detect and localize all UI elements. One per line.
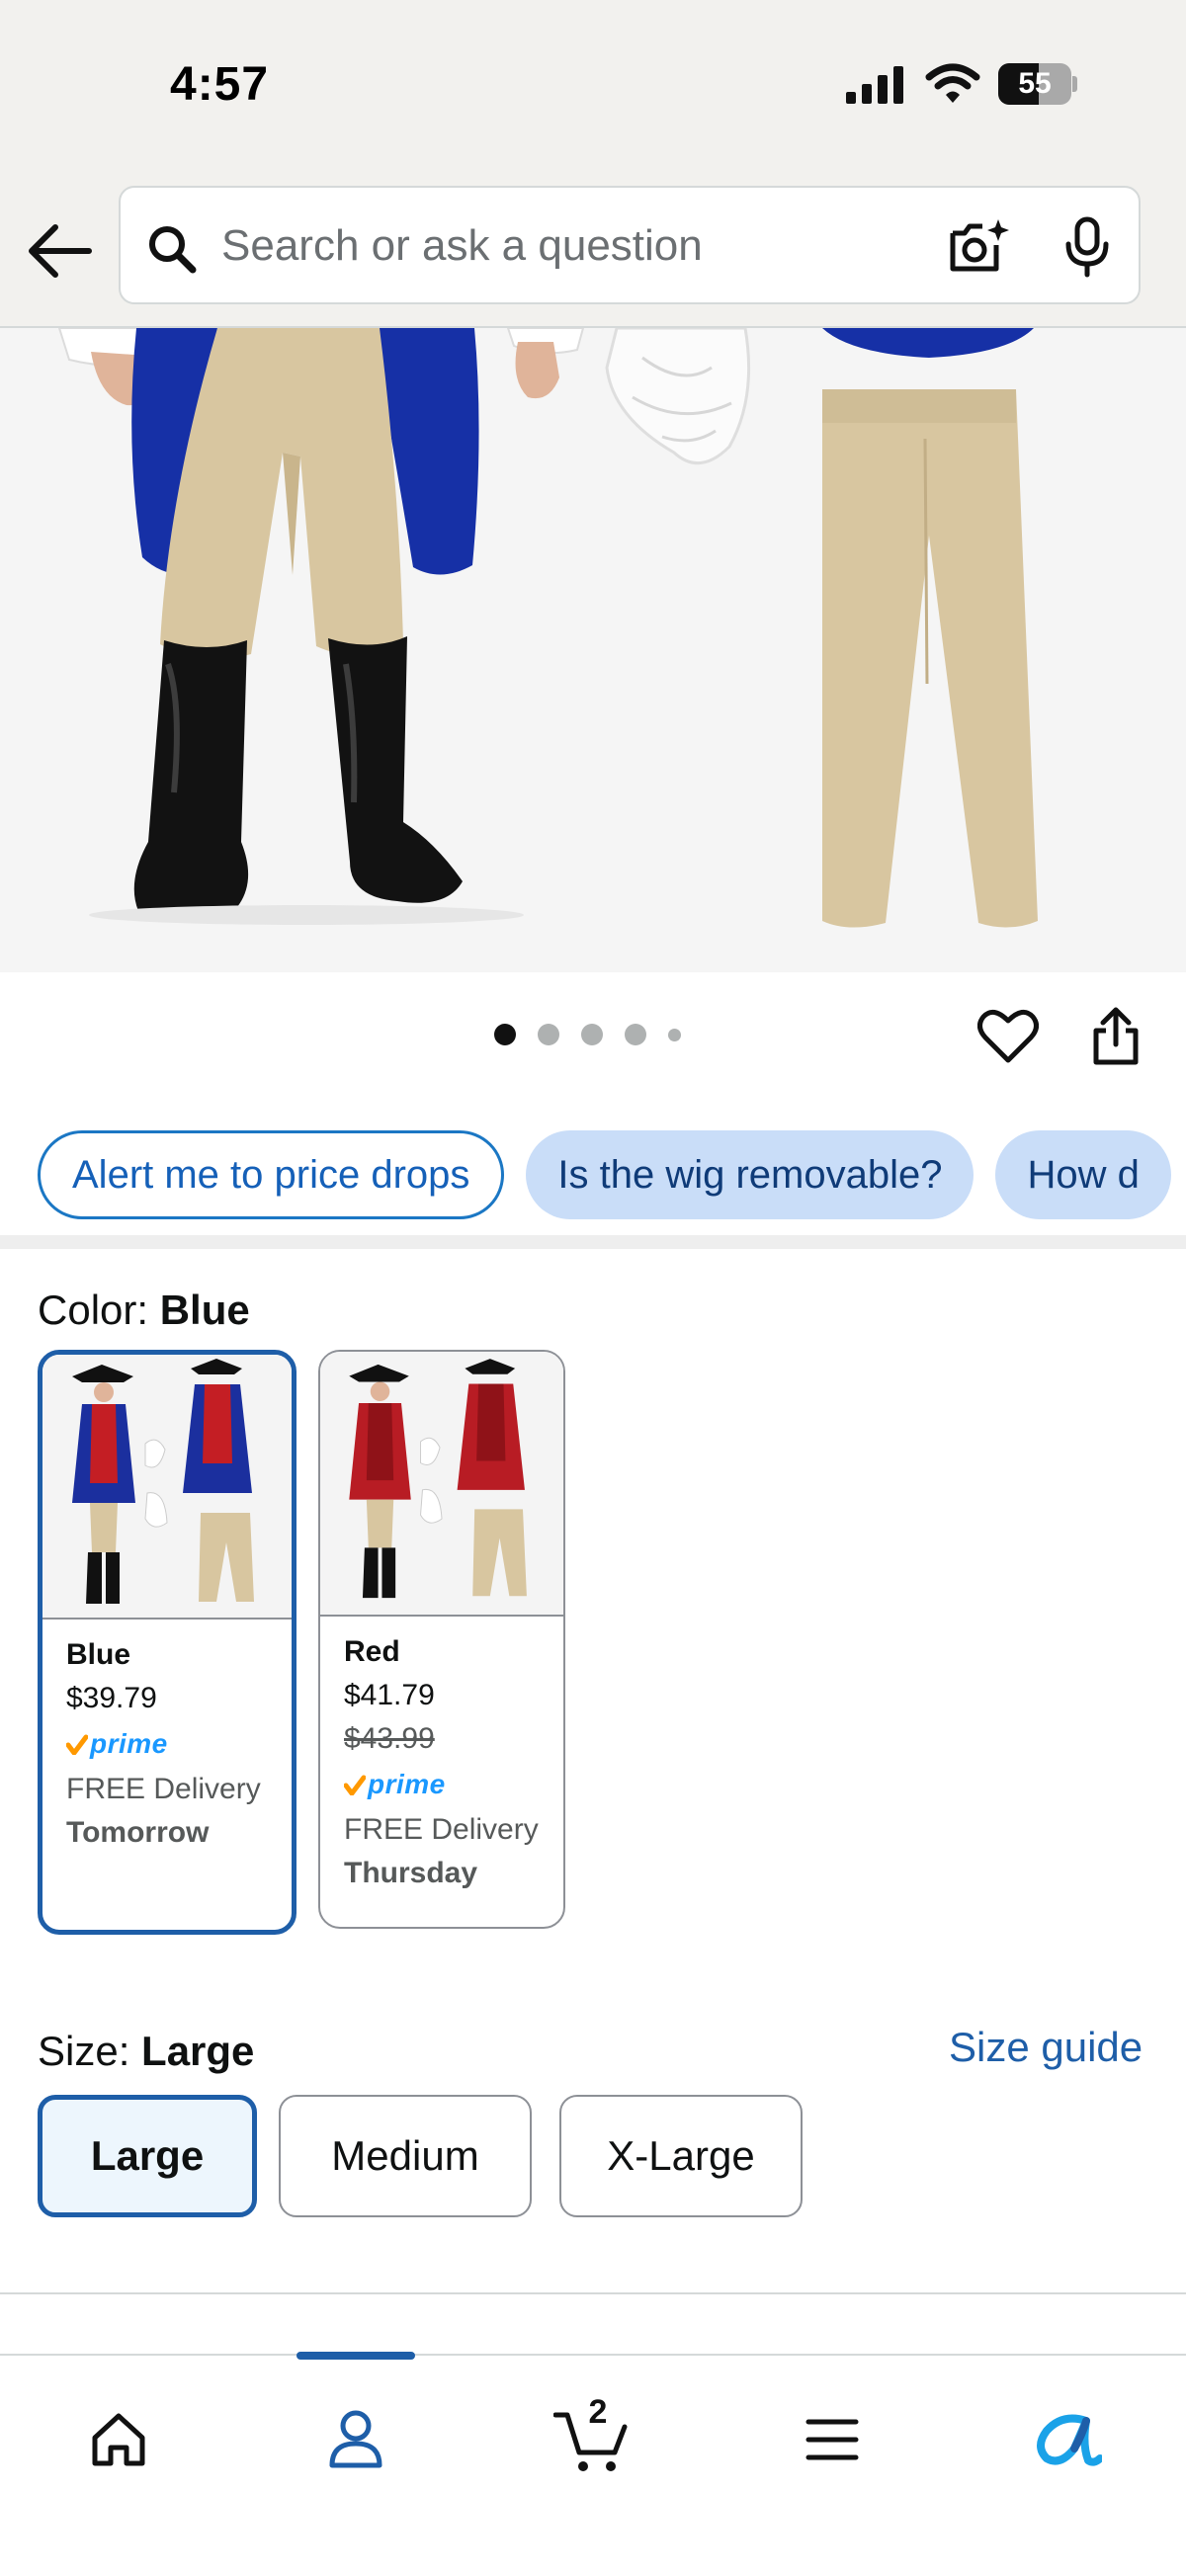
- size-label-prefix: Size:: [38, 2028, 142, 2074]
- tab-menu[interactable]: [783, 2395, 882, 2484]
- cart-count-badge: 2: [588, 2393, 608, 2431]
- delivery-text: FREE Delivery: [66, 1773, 261, 1805]
- prime-check-icon: [66, 1734, 88, 1755]
- prime-badge: prime: [66, 1722, 268, 1766]
- color-label: Color: Blue: [38, 1287, 250, 1334]
- delivery-text: FREE Delivery: [344, 1813, 539, 1846]
- carousel-dot[interactable]: [494, 1024, 516, 1045]
- delivery-day: Thursday: [344, 1857, 478, 1889]
- tab-account[interactable]: [306, 2395, 405, 2484]
- battery-icon: 55: [998, 63, 1077, 105]
- search-icon: [149, 226, 197, 274]
- color-option-red[interactable]: Red $41.79 $43.99 prime FREE Delivery Th…: [318, 1350, 565, 1929]
- blue-costume-thumbnail: [42, 1355, 292, 1618]
- color-option-blue[interactable]: Blue $39.79 prime FREE Delivery Tomorrow: [38, 1350, 296, 1935]
- option-name: Blue: [66, 1638, 131, 1671]
- active-tab-indicator: [296, 2352, 415, 2360]
- share-button[interactable]: [1083, 1000, 1148, 1071]
- camera-button[interactable]: [943, 211, 1014, 283]
- back-arrow-icon: [29, 224, 92, 278]
- delivery-day: Tomorrow: [66, 1816, 210, 1849]
- home-icon: [92, 2413, 145, 2466]
- size-option-x-large[interactable]: X-Large: [559, 2095, 803, 2217]
- carousel-dot[interactable]: [581, 1024, 603, 1045]
- rufus-ai-icon: [1037, 2414, 1102, 2466]
- chip-wig-question[interactable]: Is the wig removable?: [526, 1130, 974, 1219]
- bottom-tab-bar: 2: [0, 2352, 1186, 2576]
- status-bar: 4:57 55: [0, 0, 1186, 174]
- battery-level: 55: [1018, 67, 1052, 100]
- camera-icon: [950, 219, 1009, 272]
- microphone-icon: [1065, 216, 1109, 278]
- size-selected-value: Large: [141, 2028, 255, 2074]
- color-label-prefix: Color:: [38, 1287, 160, 1333]
- bottom-divider: [0, 2292, 1186, 2294]
- carousel-row: [0, 972, 1186, 1119]
- share-icon: [1093, 1007, 1139, 1065]
- carousel-dot[interactable]: [538, 1024, 559, 1045]
- wifi-icon: [925, 63, 980, 103]
- question-chips: Alert me to price drops Is the wig remov…: [38, 1130, 1171, 1219]
- search-input[interactable]: [221, 211, 992, 281]
- size-option-large[interactable]: Large: [38, 2095, 257, 2217]
- size-label: Size: Large: [38, 2028, 254, 2075]
- swatch-info-red: Red $41.79 $43.99 prime FREE Delivery Th…: [320, 1617, 563, 1895]
- color-selected-value: Blue: [159, 1287, 250, 1333]
- microphone-button[interactable]: [1050, 209, 1125, 285]
- red-costume-thumbnail: [320, 1355, 563, 1612]
- search-header: [0, 174, 1186, 328]
- tab-home[interactable]: [69, 2395, 168, 2484]
- prime-text: prime: [368, 1769, 446, 1799]
- heart-icon: [977, 1009, 1039, 1063]
- swatch-image-red: [320, 1352, 563, 1617]
- carousel-dot[interactable]: [668, 1028, 681, 1041]
- search-box[interactable]: [119, 186, 1141, 304]
- status-icons: 55: [846, 63, 1077, 105]
- chip-question-truncated[interactable]: How d: [995, 1130, 1171, 1219]
- option-price: $41.79: [344, 1679, 435, 1711]
- swatch-info-blue: Blue $39.79 prime FREE Delivery Tomorrow: [42, 1620, 292, 1855]
- product-page: 4:57 55 Search or ask a question Alert m…: [0, 0, 1186, 2576]
- product-image[interactable]: [0, 328, 1186, 972]
- section-divider: [0, 1235, 1186, 1249]
- chip-price-alert[interactable]: Alert me to price drops: [38, 1130, 505, 1219]
- person-icon: [329, 2410, 382, 2468]
- swatch-image-blue: [42, 1355, 292, 1620]
- option-list-price: $43.99: [344, 1722, 435, 1755]
- size-guide-link[interactable]: Size guide: [949, 2024, 1143, 2071]
- carousel-dot[interactable]: [625, 1024, 646, 1045]
- carousel-dots[interactable]: [494, 1024, 681, 1045]
- prime-text: prime: [90, 1728, 168, 1759]
- prime-badge: prime: [344, 1763, 540, 1806]
- status-time: 4:57: [170, 58, 270, 111]
- costume-product-photo: [0, 328, 1186, 972]
- size-option-medium[interactable]: Medium: [279, 2095, 532, 2217]
- cellular-signal-icon: [846, 66, 903, 104]
- tab-cart[interactable]: 2: [542, 2393, 640, 2484]
- option-price: $39.79: [66, 1682, 157, 1714]
- wishlist-button[interactable]: [973, 1000, 1044, 1071]
- hamburger-menu-icon: [805, 2419, 859, 2460]
- prime-check-icon: [344, 1775, 366, 1795]
- option-name: Red: [344, 1635, 400, 1668]
- tab-rufus[interactable]: [1018, 2395, 1117, 2484]
- back-button[interactable]: [22, 213, 97, 289]
